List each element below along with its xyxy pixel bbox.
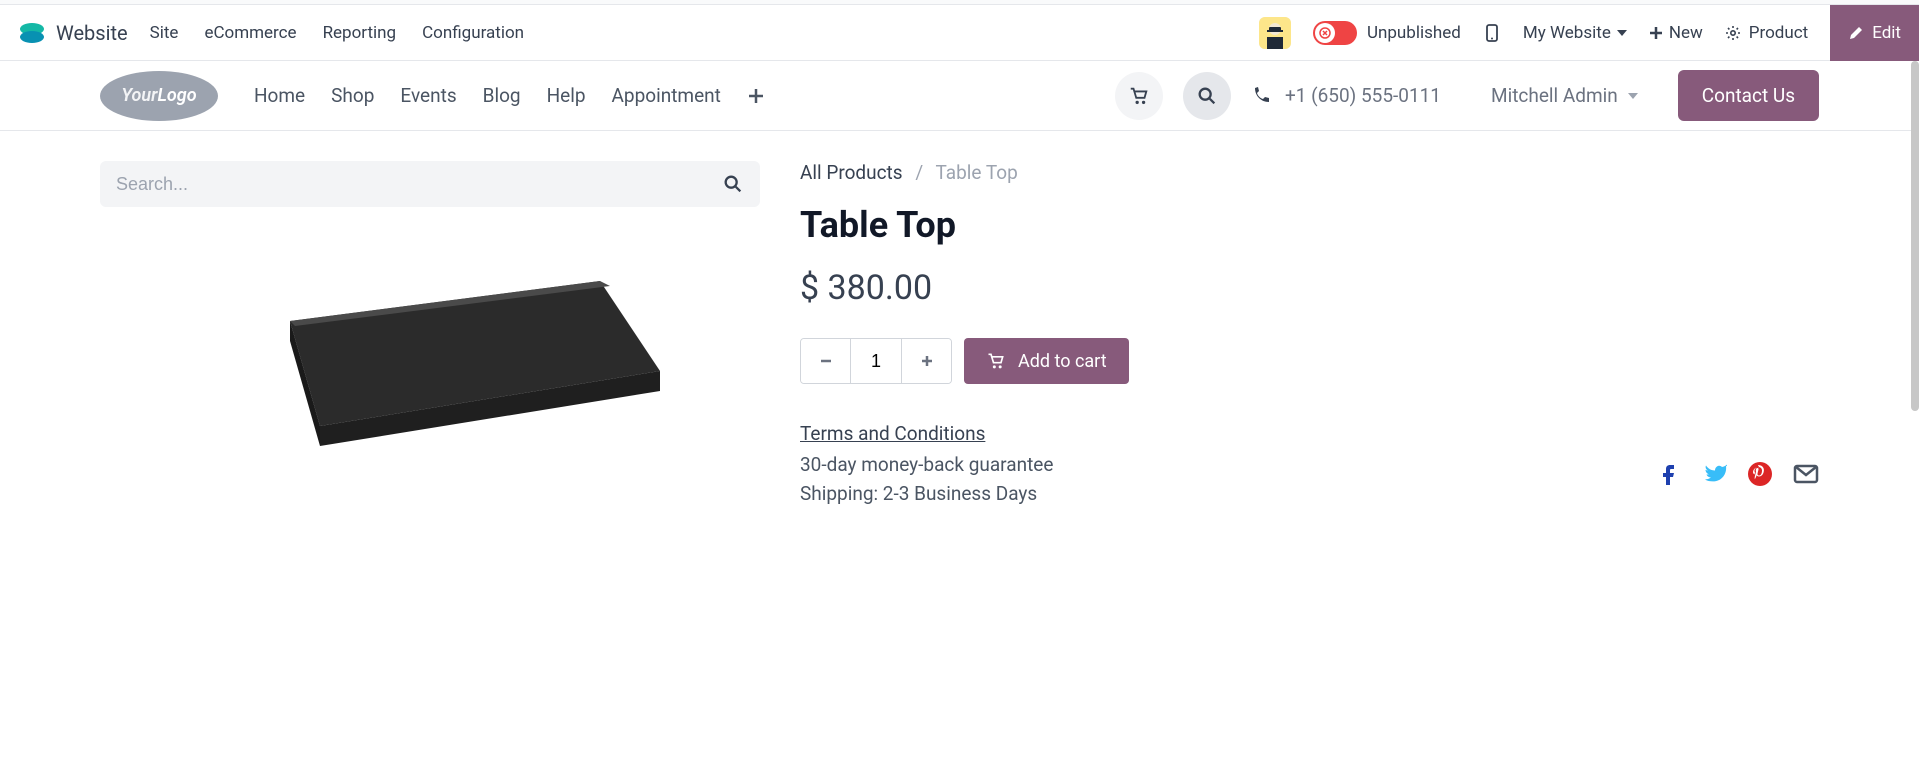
cart-icon: [1128, 85, 1150, 107]
email-share-icon[interactable]: [1793, 461, 1819, 491]
quantity-decrease-button[interactable]: [801, 339, 851, 383]
plus-icon: [920, 354, 934, 368]
pencil-icon: [1848, 25, 1864, 41]
breadcrumb: All Products / Table Top: [800, 161, 1819, 184]
nav-events[interactable]: Events: [400, 84, 456, 107]
cart-button[interactable]: [1115, 72, 1163, 120]
product-settings-button[interactable]: Product: [1725, 23, 1808, 43]
admin-menu-configuration[interactable]: Configuration: [422, 23, 524, 43]
product-search: [100, 161, 760, 207]
quantity-stepper: [800, 338, 952, 384]
website-selector[interactable]: My Website: [1523, 23, 1627, 43]
add-to-cart-button[interactable]: Add to cart: [964, 338, 1129, 384]
product-settings-label: Product: [1749, 23, 1808, 43]
search-icon: [1196, 85, 1218, 107]
odoo-logo-icon: [18, 19, 46, 47]
minus-icon: [819, 354, 833, 368]
edit-label: Edit: [1872, 23, 1901, 43]
chevron-down-icon: [1617, 30, 1627, 36]
breadcrumb-separator: /: [915, 161, 923, 184]
plus-icon: [1649, 26, 1663, 40]
mobile-preview-icon[interactable]: [1483, 24, 1501, 42]
admin-menu-site[interactable]: Site: [150, 23, 179, 43]
quantity-increase-button[interactable]: [901, 339, 951, 383]
phone-number: +1 (650) 555-0111: [1285, 84, 1441, 107]
publish-status-label: Unpublished: [1367, 23, 1461, 43]
new-button[interactable]: New: [1649, 23, 1703, 43]
facebook-share-icon[interactable]: [1655, 461, 1681, 491]
contact-us-label: Contact Us: [1702, 84, 1795, 107]
product-title: Table Top: [800, 204, 1819, 246]
user-name: Mitchell Admin: [1491, 84, 1618, 107]
twitter-share-icon[interactable]: [1701, 461, 1727, 491]
admin-toolbar: Website Site eCommerce Reporting Configu…: [0, 5, 1919, 61]
admin-menu-ecommerce[interactable]: eCommerce: [204, 23, 296, 43]
phone-icon: [1251, 86, 1271, 106]
currency-symbol: $: [800, 268, 819, 308]
scrollbar[interactable]: [1911, 5, 1919, 782]
user-avatar[interactable]: [1259, 17, 1291, 49]
cart-icon: [986, 351, 1006, 371]
nav-appointment[interactable]: Appointment: [612, 84, 721, 107]
add-menu-icon[interactable]: [747, 87, 765, 105]
publish-toggle[interactable]: [1313, 21, 1357, 45]
admin-menu: Site eCommerce Reporting Configuration: [150, 23, 524, 43]
site-nav: Home Shop Events Blog Help Appointment: [254, 84, 765, 107]
product-image: [100, 231, 760, 491]
close-icon: [1315, 23, 1335, 43]
gear-icon: [1725, 25, 1741, 41]
search-input[interactable]: [116, 174, 722, 195]
breadcrumb-root[interactable]: All Products: [800, 161, 903, 184]
nav-blog[interactable]: Blog: [483, 84, 521, 107]
site-header: YourLogo Home Shop Events Blog Help Appo…: [0, 61, 1919, 131]
quantity-input[interactable]: [851, 339, 901, 383]
admin-brand-name: Website: [56, 21, 128, 45]
add-to-cart-label: Add to cart: [1018, 351, 1107, 372]
admin-brand[interactable]: Website: [18, 19, 128, 47]
nav-shop[interactable]: Shop: [331, 84, 374, 107]
phone-contact[interactable]: +1 (650) 555-0111: [1251, 84, 1441, 107]
price-value: 380.00: [828, 268, 933, 308]
terms-link[interactable]: Terms and Conditions: [800, 422, 985, 445]
user-menu[interactable]: Mitchell Admin: [1491, 84, 1638, 107]
nav-home[interactable]: Home: [254, 84, 305, 107]
website-selector-label: My Website: [1523, 23, 1611, 43]
admin-menu-reporting[interactable]: Reporting: [323, 23, 397, 43]
chevron-down-icon: [1628, 93, 1638, 99]
nav-help[interactable]: Help: [547, 84, 586, 107]
site-logo[interactable]: YourLogo: [100, 71, 218, 121]
product-price: $ 380.00: [800, 268, 1819, 308]
search-submit-button[interactable]: [722, 173, 744, 195]
search-toggle-button[interactable]: [1183, 72, 1231, 120]
search-icon: [722, 173, 744, 195]
pinterest-share-icon[interactable]: [1747, 461, 1773, 491]
new-label: New: [1669, 23, 1703, 43]
scrollbar-thumb[interactable]: [1911, 61, 1919, 411]
breadcrumb-current: Table Top: [936, 161, 1018, 184]
contact-us-button[interactable]: Contact Us: [1678, 70, 1819, 121]
edit-button[interactable]: Edit: [1830, 5, 1919, 61]
